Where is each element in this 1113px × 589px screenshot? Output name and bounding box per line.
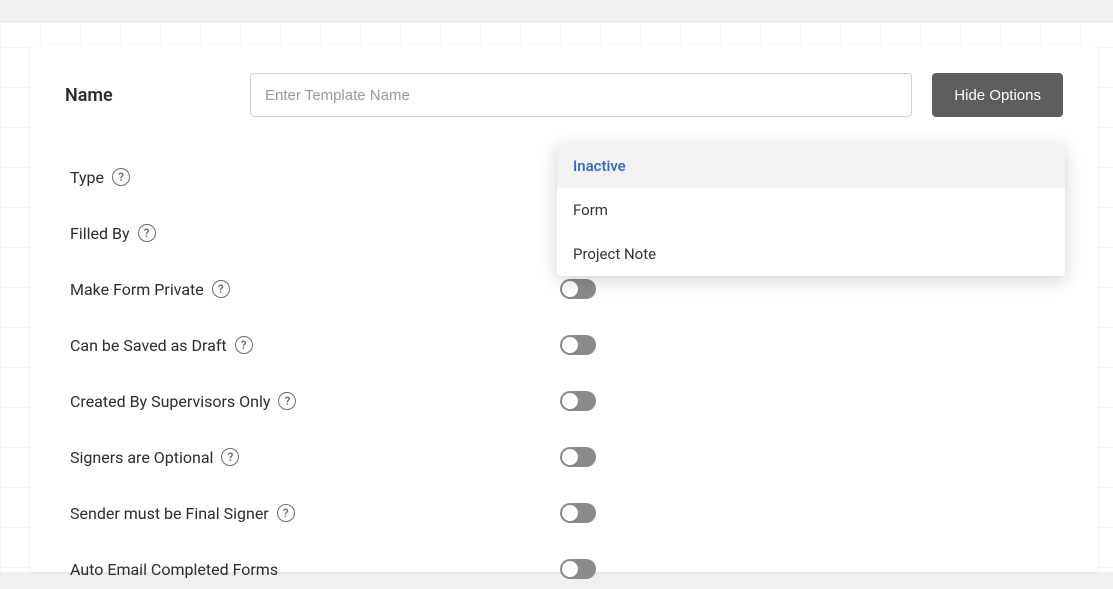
option-row-signers-optional: Signers are Optional ?: [65, 429, 1053, 485]
option-label: Make Form Private ?: [70, 280, 560, 299]
help-icon[interactable]: ?: [112, 168, 130, 186]
template-settings-panel: Name Hide Options Inactive Form Project …: [30, 45, 1098, 572]
option-text: Sender must be Final Signer: [70, 504, 269, 523]
help-icon[interactable]: ?: [235, 336, 253, 354]
option-text: Signers are Optional: [70, 448, 213, 467]
option-label: Signers are Optional ?: [70, 448, 560, 467]
help-icon[interactable]: ?: [221, 448, 239, 466]
option-label: Sender must be Final Signer ?: [70, 504, 560, 523]
option-text: Auto Email Completed Forms: [70, 560, 278, 579]
toggle-make-private[interactable]: [560, 279, 596, 299]
dropdown-item-form[interactable]: Form: [557, 188, 1065, 232]
toggle-supervisors-only[interactable]: [560, 391, 596, 411]
help-icon[interactable]: ?: [277, 504, 295, 522]
option-label: Auto Email Completed Forms: [70, 560, 560, 579]
option-row-save-draft: Can be Saved as Draft ?: [65, 317, 1053, 373]
option-label: Type ?: [70, 168, 560, 187]
option-text: Created By Supervisors Only: [70, 392, 270, 411]
option-label: Created By Supervisors Only ?: [70, 392, 560, 411]
type-dropdown-menu: Inactive Form Project Note: [557, 144, 1065, 276]
option-text: Type: [70, 168, 104, 187]
option-row-final-signer: Sender must be Final Signer ?: [65, 485, 1053, 541]
dropdown-item-project-note[interactable]: Project Note: [557, 232, 1065, 276]
option-text: Can be Saved as Draft: [70, 336, 227, 355]
option-row-auto-email: Auto Email Completed Forms: [65, 541, 1053, 589]
toggle-save-draft[interactable]: [560, 335, 596, 355]
dropdown-item-inactive[interactable]: Inactive: [557, 144, 1065, 188]
toggle-signers-optional[interactable]: [560, 447, 596, 467]
toggle-auto-email[interactable]: [560, 559, 596, 579]
option-row-supervisors-only: Created By Supervisors Only ?: [65, 373, 1053, 429]
template-name-input[interactable]: [250, 73, 912, 117]
hide-options-button[interactable]: Hide Options: [932, 73, 1063, 117]
header-row: Name Hide Options: [65, 73, 1063, 117]
help-icon[interactable]: ?: [138, 224, 156, 242]
option-label: Filled By ?: [70, 224, 560, 243]
option-label: Can be Saved as Draft ?: [70, 336, 560, 355]
top-bar: [0, 0, 1113, 22]
name-label: Name: [65, 85, 230, 106]
option-text: Filled By: [70, 224, 130, 243]
help-icon[interactable]: ?: [278, 392, 296, 410]
option-text: Make Form Private: [70, 280, 204, 299]
options-container: Inactive Form Project Note Type ? Filled…: [65, 149, 1063, 589]
toggle-final-signer[interactable]: [560, 503, 596, 523]
help-icon[interactable]: ?: [212, 280, 230, 298]
